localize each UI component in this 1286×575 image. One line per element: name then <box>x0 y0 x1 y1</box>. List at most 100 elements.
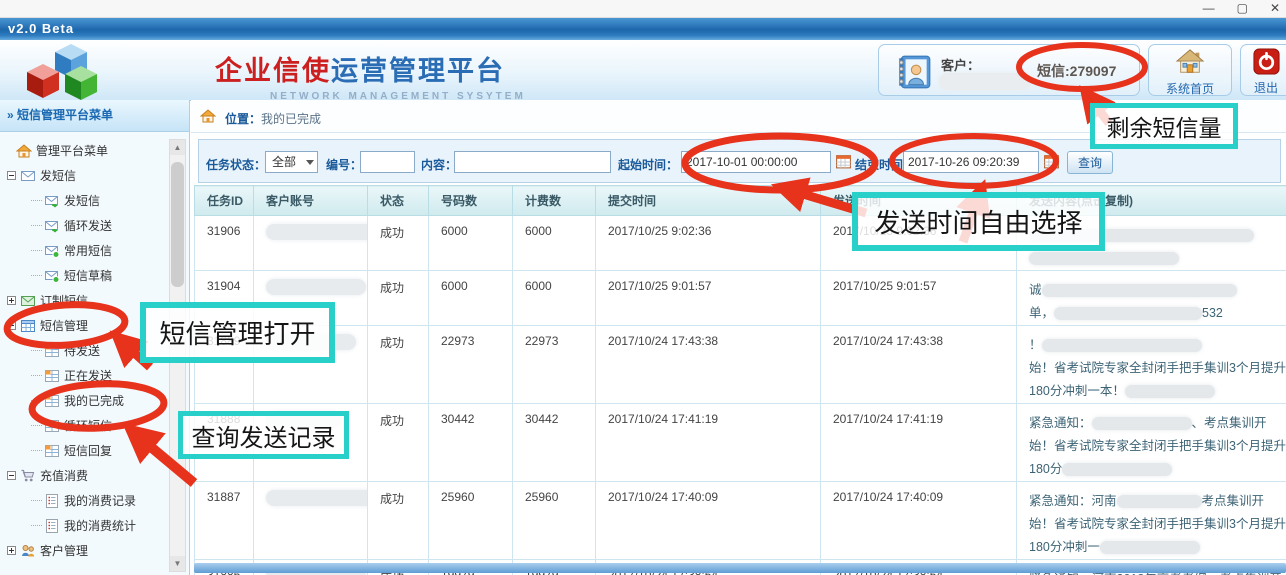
sidebar-item-send-sms[interactable]: 发短信 <box>0 188 166 213</box>
cell-send-content[interactable]: ！始！省考试院专家全封闭手把手集训3个月提升180分冲刺一本！ <box>1017 326 1286 404</box>
tree-connector <box>31 200 42 202</box>
sidebar-item-platform-menu-root[interactable]: 管理平台菜单 <box>0 138 166 163</box>
sidebar-item-loop-send[interactable]: 循环发送 <box>0 213 166 238</box>
sidebar-item-label: 订制短信 <box>40 292 88 309</box>
expand-toggle-icon[interactable] <box>7 546 16 555</box>
cell-submit-time: 2017/10/25 9:02:36 <box>596 216 821 271</box>
exit-label: 退出 <box>1241 79 1286 96</box>
filter-bar: 任务状态： 全部 编号： 内容： 起始时间： 结束时间 查询 <box>198 139 1281 183</box>
cell-send-time: 2017/10/24 17:43:38 <box>821 326 1017 404</box>
sidebar-item-label: 短信回复 <box>64 442 112 459</box>
column-header: 号码数 <box>429 186 513 216</box>
sidebar-item-common-sms[interactable]: 常用短信 <box>0 238 166 263</box>
grid-small-icon <box>44 418 60 434</box>
content-text: 180分冲刺一本！ <box>1029 384 1125 398</box>
cell-number-count: 6000 <box>429 271 513 326</box>
end-calendar-icon[interactable] <box>1043 153 1060 170</box>
system-home-button[interactable]: 系统首页 <box>1148 44 1232 96</box>
scrollbar-thumb[interactable] <box>171 162 184 287</box>
start-time-label: 起始时间： <box>618 156 678 173</box>
sidebar-item-pending-send[interactable]: 待发送 <box>0 338 166 363</box>
sidebar-item-my-consume-stats[interactable]: 我的消费统计 <box>0 513 166 538</box>
close-icon[interactable]: ✕ <box>1270 0 1280 17</box>
expand-toggle-icon[interactable] <box>7 296 16 305</box>
content-input[interactable] <box>454 151 611 173</box>
tree-connector <box>31 525 42 527</box>
mail-send-icon <box>44 193 60 209</box>
sidebar-item-my-consume-records[interactable]: 我的消费记录 <box>0 488 166 513</box>
version-label: v2.0 Beta <box>8 21 74 36</box>
address-book-icon <box>895 53 933 91</box>
scroll-down-icon[interactable]: ▼ <box>170 556 185 571</box>
cell-account <box>254 271 368 326</box>
account-redacted <box>266 279 366 295</box>
content-text: 紧急通知： <box>1029 416 1092 430</box>
table-row: 31889成功22973229732017/10/24 17:43:382017… <box>195 326 1286 404</box>
tree-connector <box>31 375 42 377</box>
horizontal-scrollbar[interactable] <box>194 563 1286 573</box>
cell-send-content[interactable]: 诚单，532 <box>1017 271 1286 326</box>
start-time-input[interactable] <box>681 151 831 173</box>
sidebar-item-label: 我的消费统计 <box>64 517 136 534</box>
sidebar-scrollbar[interactable]: ▲ ▼ <box>169 139 186 572</box>
expand-toggle-icon[interactable] <box>7 471 16 480</box>
column-header: 任务ID <box>195 186 254 216</box>
sidebar-item-label: 发短信 <box>64 192 100 209</box>
sidebar-item-sms-management[interactable]: 短信管理 <box>0 313 166 338</box>
brand-title-blue: 运营管理平台 <box>331 56 505 86</box>
query-button[interactable]: 查询 <box>1067 151 1113 174</box>
cell-submit-time: 2017/10/24 17:43:38 <box>596 326 821 404</box>
scroll-up-icon[interactable]: ▲ <box>170 140 185 155</box>
house-icon <box>16 143 32 159</box>
sidebar-item-recharge-consume[interactable]: 充值消费 <box>0 463 166 488</box>
tree-connector <box>31 275 42 277</box>
customer-label: 客户： <box>941 55 980 74</box>
content-text: 532 <box>1202 306 1223 320</box>
content-text: 、考点集训开 <box>1192 416 1267 430</box>
exit-button[interactable]: 退出 <box>1240 44 1286 96</box>
sidebar-item-send-sms-group[interactable]: 发短信 <box>0 163 166 188</box>
expand-toggle-icon[interactable] <box>7 171 16 180</box>
cell-submit-time: 2017/10/25 9:01:57 <box>596 271 821 326</box>
sidebar-item-customer-management[interactable]: 客户管理 <box>0 538 166 563</box>
grid-small-icon <box>44 443 60 459</box>
start-calendar-icon[interactable] <box>835 153 852 170</box>
sidebar-item-loop-sms[interactable]: 循环短信 <box>0 413 166 438</box>
content-line: 始！省考试院专家全封闭手把手集训3个月提升 <box>1029 435 1286 458</box>
sidebar-item-custom-sms[interactable]: 订制短信 <box>0 288 166 313</box>
sidebar: » 短信管理平台菜单 管理平台菜单发短信发短信循环发送常用短信短信草稿订制短信短… <box>0 100 190 575</box>
cell-task-id: 31887 <box>195 482 254 560</box>
maximize-icon[interactable]: ▢ <box>1237 0 1248 17</box>
cell-number-count: 30442 <box>429 404 513 482</box>
cell-send-time: 2017/10/25 9:02:36 <box>821 216 1017 271</box>
tree-connector <box>31 425 42 427</box>
account-redacted <box>266 334 356 350</box>
sidebar-item-label: 管理平台菜单 <box>36 142 108 159</box>
tree-connector <box>31 350 42 352</box>
expand-toggle-icon[interactable] <box>7 321 16 330</box>
results-table: 任务ID客户账号状态号码数计费数提交时间发送时间发送内容(点击复制) 31906… <box>194 185 1286 575</box>
people-icon <box>20 543 36 559</box>
table-header-row: 任务ID客户账号状态号码数计费数提交时间发送时间发送内容(点击复制) <box>195 186 1286 216</box>
sidebar-tree: 管理平台菜单发短信发短信循环发送常用短信短信草稿订制短信短信管理待发送正在发送我… <box>0 138 166 563</box>
cell-task-id: 31906 <box>195 216 254 271</box>
mail2-icon <box>20 293 36 309</box>
table-row: 31888成功30442304422017/10/24 17:41:192017… <box>195 404 1286 482</box>
content-line: 始！省考试院专家全封闭手把手集训3个月提升 <box>1029 513 1286 536</box>
sidebar-header: » 短信管理平台菜单 <box>0 100 189 132</box>
sidebar-item-sending[interactable]: 正在发送 <box>0 363 166 388</box>
sidebar-item-my-completed[interactable]: 我的已完成 <box>0 388 166 413</box>
column-header: 发送时间 <box>821 186 1017 216</box>
cell-send-content[interactable]: 紧急通知：、考点集训开始！省考试院专家全封闭手把手集训3个月提升180分 <box>1017 404 1286 482</box>
id-input[interactable] <box>360 151 415 173</box>
sidebar-item-label: 待发送 <box>64 342 100 359</box>
sidebar-item-sms-reply[interactable]: 短信回复 <box>0 438 166 463</box>
status-select[interactable]: 全部 <box>265 151 318 173</box>
cell-send-content[interactable]: 紧急通知：河南考点集训开始！省考试院专家全封闭手把手集训3个月提升180分冲刺一 <box>1017 482 1286 560</box>
cell-send-content[interactable] <box>1017 216 1286 271</box>
minimize-icon[interactable]: — <box>1203 0 1215 17</box>
sidebar-item-sms-draft[interactable]: 短信草稿 <box>0 263 166 288</box>
cell-submit-time: 2017/10/24 17:40:09 <box>596 482 821 560</box>
breadcrumb: 位置：我的已完成 <box>191 100 1286 133</box>
end-time-input[interactable] <box>903 151 1039 173</box>
